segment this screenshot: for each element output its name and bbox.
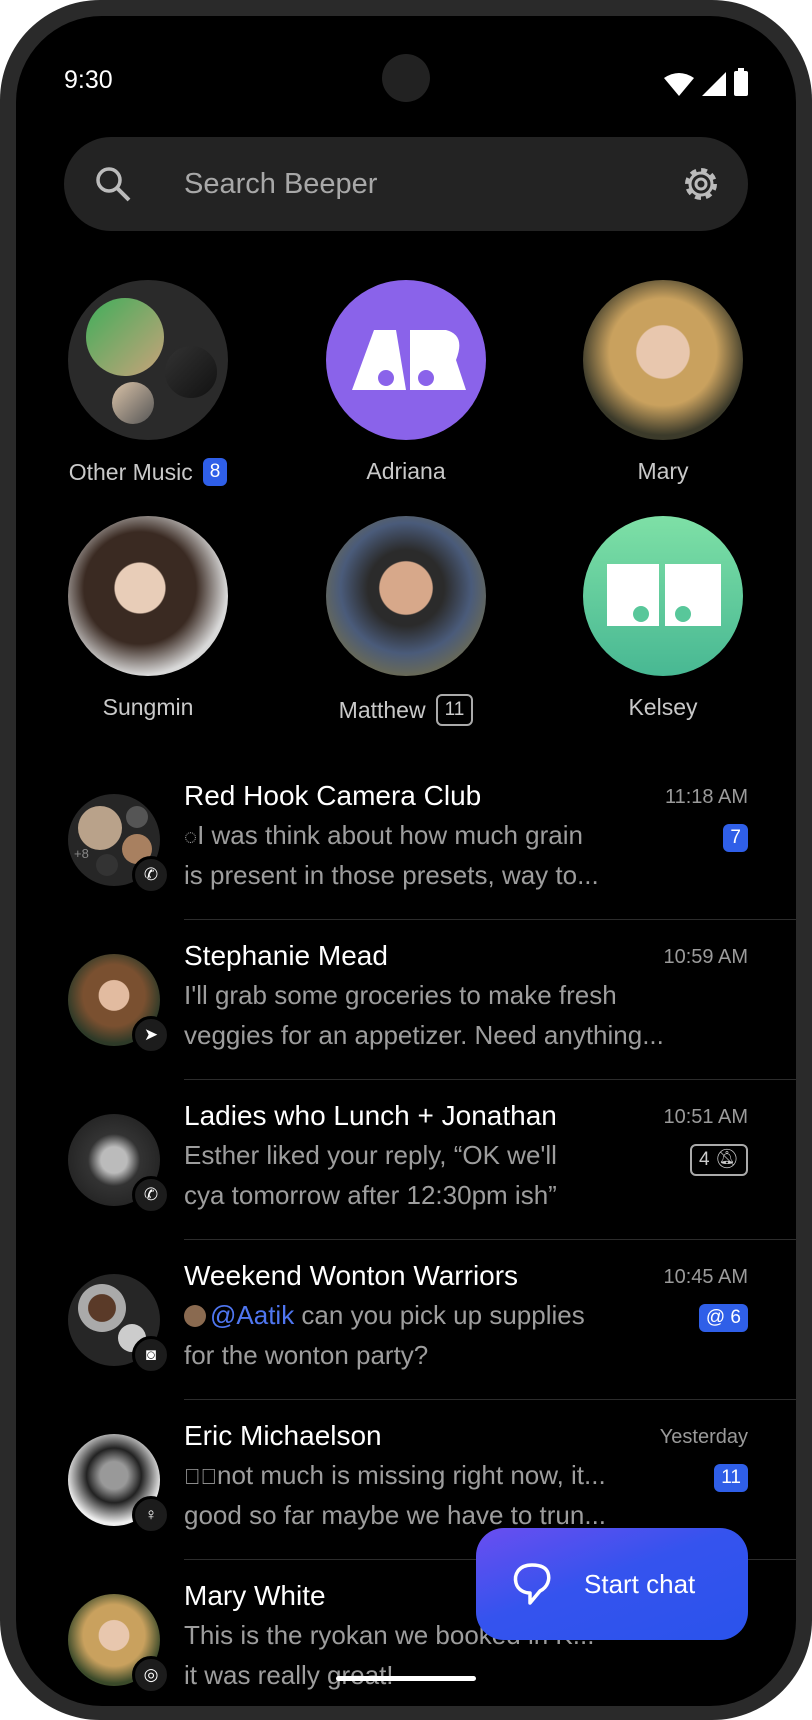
avatar (583, 280, 743, 440)
gear-icon[interactable] (680, 163, 722, 205)
status-icons (664, 68, 748, 96)
favorite-name: Adriana (366, 458, 446, 484)
mention-badge: @ 6 (698, 1304, 748, 1332)
initials-logo (352, 330, 466, 390)
chat-time: 10:59 AM (663, 946, 748, 968)
sent-check-icon: ✓⃝ (184, 1464, 217, 1489)
search-bar[interactable]: Search Beeper (64, 137, 748, 231)
message-preview-cont: for the wonton party? (184, 1340, 429, 1370)
favorite-adriana[interactable]: Adriana (306, 280, 506, 485)
favorite-mary[interactable]: Mary (563, 280, 763, 485)
chat-title: Red Hook Camera Club (184, 780, 482, 811)
message-preview: can you pick up supplies (294, 1300, 585, 1330)
muted-unread-badge: 4 🔕︎ (690, 1144, 748, 1176)
favorite-kelsey[interactable]: Kelsey (563, 516, 763, 721)
bell-off-icon: 🔕︎ (714, 1149, 739, 1170)
chat-row-stephanie-mead[interactable]: ➤ Stephanie Mead 10:59 AM I'll grab some… (16, 920, 796, 1080)
screen: 9:30 Search Beeper Other Music 8 Adriana … (16, 16, 796, 1706)
instagram-icon: ◎ (132, 1656, 170, 1694)
telegram-icon: ➤ (132, 1016, 170, 1054)
mention-link[interactable]: @Aatik (210, 1300, 294, 1330)
message-preview-cont: cya tomorrow after 12:30pm ish” (184, 1180, 557, 1210)
unread-badge: 8 (202, 458, 228, 486)
unread-badge: 7 (723, 824, 748, 852)
search-input[interactable]: Search Beeper (184, 168, 377, 201)
message-preview-cont: veggies for an appetizer. Need anything.… (184, 1020, 664, 1050)
camera-cutout (382, 54, 430, 102)
message-preview-cont: is present in those presets, way to... (184, 860, 599, 890)
initials-logo (607, 564, 721, 626)
member-count: +8 (74, 846, 89, 861)
chat-bubble-icon (513, 1563, 551, 1605)
avatar (68, 280, 228, 440)
status-time: 9:30 (64, 66, 113, 94)
chat-title: Stephanie Mead (184, 940, 388, 971)
favorite-name: Kelsey (628, 694, 698, 720)
beeper-icon: ♀ (132, 1496, 170, 1534)
favorite-name: Other Music (68, 458, 193, 485)
message-preview: not much is missing right now, it... (217, 1460, 606, 1490)
phone-frame: 9:30 Search Beeper Other Music 8 Adriana … (0, 0, 812, 1720)
chat-title: Mary White (184, 1580, 326, 1611)
favorite-name: Sungmin (102, 694, 194, 720)
chat-row-red-hook-camera-club[interactable]: +8 ✆ Red Hook Camera Club 11:18 AM ◌I wa… (16, 760, 796, 920)
chat-title: Ladies who Lunch + Jonathan (184, 1100, 557, 1131)
favorite-matthew[interactable]: Matthew 11 (306, 516, 506, 726)
discord-icon: ◙ (132, 1336, 170, 1374)
favorite-other-music[interactable]: Other Music 8 (48, 280, 248, 486)
start-chat-button[interactable]: Start chat (476, 1528, 748, 1640)
whatsapp-icon: ✆ (132, 1176, 170, 1214)
message-preview: I was think about how much grain (197, 820, 583, 850)
avatar (326, 280, 486, 440)
message-preview-cont: good so far maybe we have to trun... (184, 1500, 607, 1530)
chat-title: Eric Michaelson (184, 1420, 382, 1451)
chat-time: 11:18 AM (664, 786, 748, 808)
avatar (68, 516, 228, 676)
unread-count: 4 (699, 1149, 710, 1170)
sender-avatar (184, 1305, 206, 1327)
chat-time: 10:51 AM (663, 1106, 748, 1128)
avatar (326, 516, 486, 676)
sending-icon: ◌ (184, 824, 198, 849)
message-preview: I'll grab some groceries to make fresh (184, 980, 617, 1010)
battery-icon (734, 68, 748, 96)
wifi-icon (664, 73, 694, 96)
signal-icon (702, 72, 726, 96)
home-indicator[interactable] (336, 1676, 476, 1681)
avatar (583, 516, 743, 676)
chat-row-weekend-wonton-warriors[interactable]: ◙ Weekend Wonton Warriors 10:45 AM @Aati… (16, 1240, 796, 1400)
favorite-name: Mary (637, 458, 689, 484)
message-preview: Esther liked your reply, “OK we'll (184, 1140, 557, 1170)
chat-time: Yesterday (659, 1426, 748, 1448)
start-chat-label: Start chat (584, 1568, 696, 1599)
search-icon (96, 167, 131, 202)
chat-time: 10:45 AM (663, 1266, 748, 1288)
favorite-name: Matthew (338, 696, 426, 723)
unread-badge: 11 (435, 694, 474, 726)
chat-title: Weekend Wonton Warriors (184, 1260, 519, 1291)
favorite-sungmin[interactable]: Sungmin (48, 516, 248, 721)
whatsapp-icon: ✆ (132, 856, 170, 894)
chat-row-ladies-who-lunch[interactable]: ✆ Ladies who Lunch + Jonathan 10:51 AM E… (16, 1080, 796, 1240)
unread-badge: 11 (714, 1464, 748, 1492)
